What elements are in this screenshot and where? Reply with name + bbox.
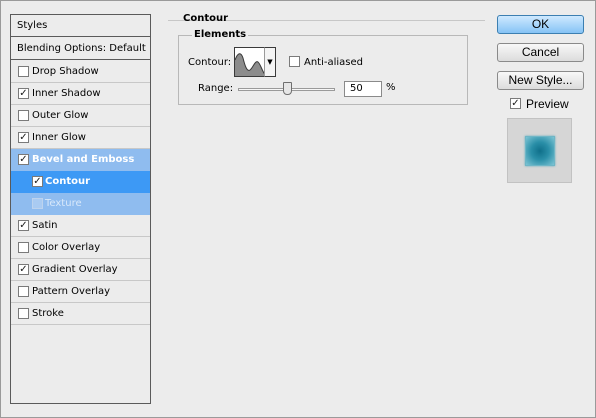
styles-list: Styles Blending Options: Default Drop Sh… (10, 14, 151, 404)
inner-shadow-checkbox[interactable]: ✓ (18, 88, 29, 99)
stroke-label: Stroke (32, 308, 64, 319)
texture-checkbox[interactable] (32, 198, 43, 209)
style-item-stroke[interactable]: Stroke (11, 303, 150, 325)
texture-label: Texture (45, 198, 82, 209)
style-item-outer-glow[interactable]: Outer Glow (11, 105, 150, 127)
satin-checkbox[interactable]: ✓ (18, 220, 29, 231)
range-slider-thumb[interactable] (283, 82, 292, 95)
pattern-overlay-label: Pattern Overlay (32, 286, 111, 297)
style-item-texture[interactable]: Texture (11, 193, 150, 215)
drop-shadow-label: Drop Shadow (32, 66, 99, 77)
blending-options-label: Blending Options: Default (17, 43, 146, 54)
style-item-bevel-and-emboss[interactable]: ✓ Bevel and Emboss (11, 149, 150, 171)
new-style-button[interactable]: New Style... (497, 71, 584, 90)
cancel-button[interactable]: Cancel (497, 43, 584, 62)
style-item-gradient-overlay[interactable]: ✓ Gradient Overlay (11, 259, 150, 281)
style-item-contour[interactable]: ✓ Contour (11, 171, 150, 193)
chevron-down-icon: ▼ (267, 58, 273, 66)
contour-curve-picker[interactable] (234, 47, 268, 77)
elements-group-title: Elements (192, 29, 249, 40)
contour-group-title: Contour (183, 13, 229, 24)
gradient-overlay-label: Gradient Overlay (32, 264, 118, 275)
style-item-color-overlay[interactable]: Color Overlay (11, 237, 150, 259)
preview-label: Preview (526, 97, 569, 111)
range-input[interactable]: 50 (344, 81, 382, 97)
elements-group (178, 35, 468, 105)
range-unit: % (386, 82, 396, 93)
contour-dropdown-button[interactable]: ▼ (264, 47, 276, 77)
range-label: Range: (198, 83, 234, 94)
inner-glow-label: Inner Glow (32, 132, 86, 143)
styles-header[interactable]: Styles (11, 15, 150, 37)
contour-field-label: Contour: (188, 57, 232, 68)
style-preview-swatch (525, 136, 555, 166)
gradient-overlay-checkbox[interactable]: ✓ (18, 264, 29, 275)
color-overlay-checkbox[interactable] (18, 242, 29, 253)
pattern-overlay-checkbox[interactable] (18, 286, 29, 297)
style-item-drop-shadow[interactable]: Drop Shadow (11, 61, 150, 83)
ok-button[interactable]: OK (497, 15, 584, 34)
style-item-inner-shadow[interactable]: ✓ Inner Shadow (11, 83, 150, 105)
style-item-inner-glow[interactable]: ✓ Inner Glow (11, 127, 150, 149)
bevel-and-emboss-label: Bevel and Emboss (32, 154, 135, 165)
styles-header-label: Styles (17, 20, 48, 31)
inner-glow-checkbox[interactable]: ✓ (18, 132, 29, 143)
blending-options-item[interactable]: Blending Options: Default (11, 38, 150, 60)
style-item-pattern-overlay[interactable]: Pattern Overlay (11, 281, 150, 303)
stroke-checkbox[interactable] (18, 308, 29, 319)
satin-label: Satin (32, 220, 58, 231)
style-item-satin[interactable]: ✓ Satin (11, 215, 150, 237)
contour-checkbox[interactable]: ✓ (32, 176, 43, 187)
contour-label: Contour (45, 176, 91, 187)
preview-checkbox[interactable]: ✓ (510, 98, 521, 109)
inner-shadow-label: Inner Shadow (32, 88, 101, 99)
style-preview-box (507, 118, 572, 183)
outer-glow-checkbox[interactable] (18, 110, 29, 121)
bevel-and-emboss-checkbox[interactable]: ✓ (18, 154, 29, 165)
drop-shadow-checkbox[interactable] (18, 66, 29, 77)
color-overlay-label: Color Overlay (32, 242, 101, 253)
anti-aliased-label: Anti-aliased (304, 57, 364, 68)
anti-aliased-checkbox[interactable] (289, 56, 300, 67)
outer-glow-label: Outer Glow (32, 110, 89, 121)
